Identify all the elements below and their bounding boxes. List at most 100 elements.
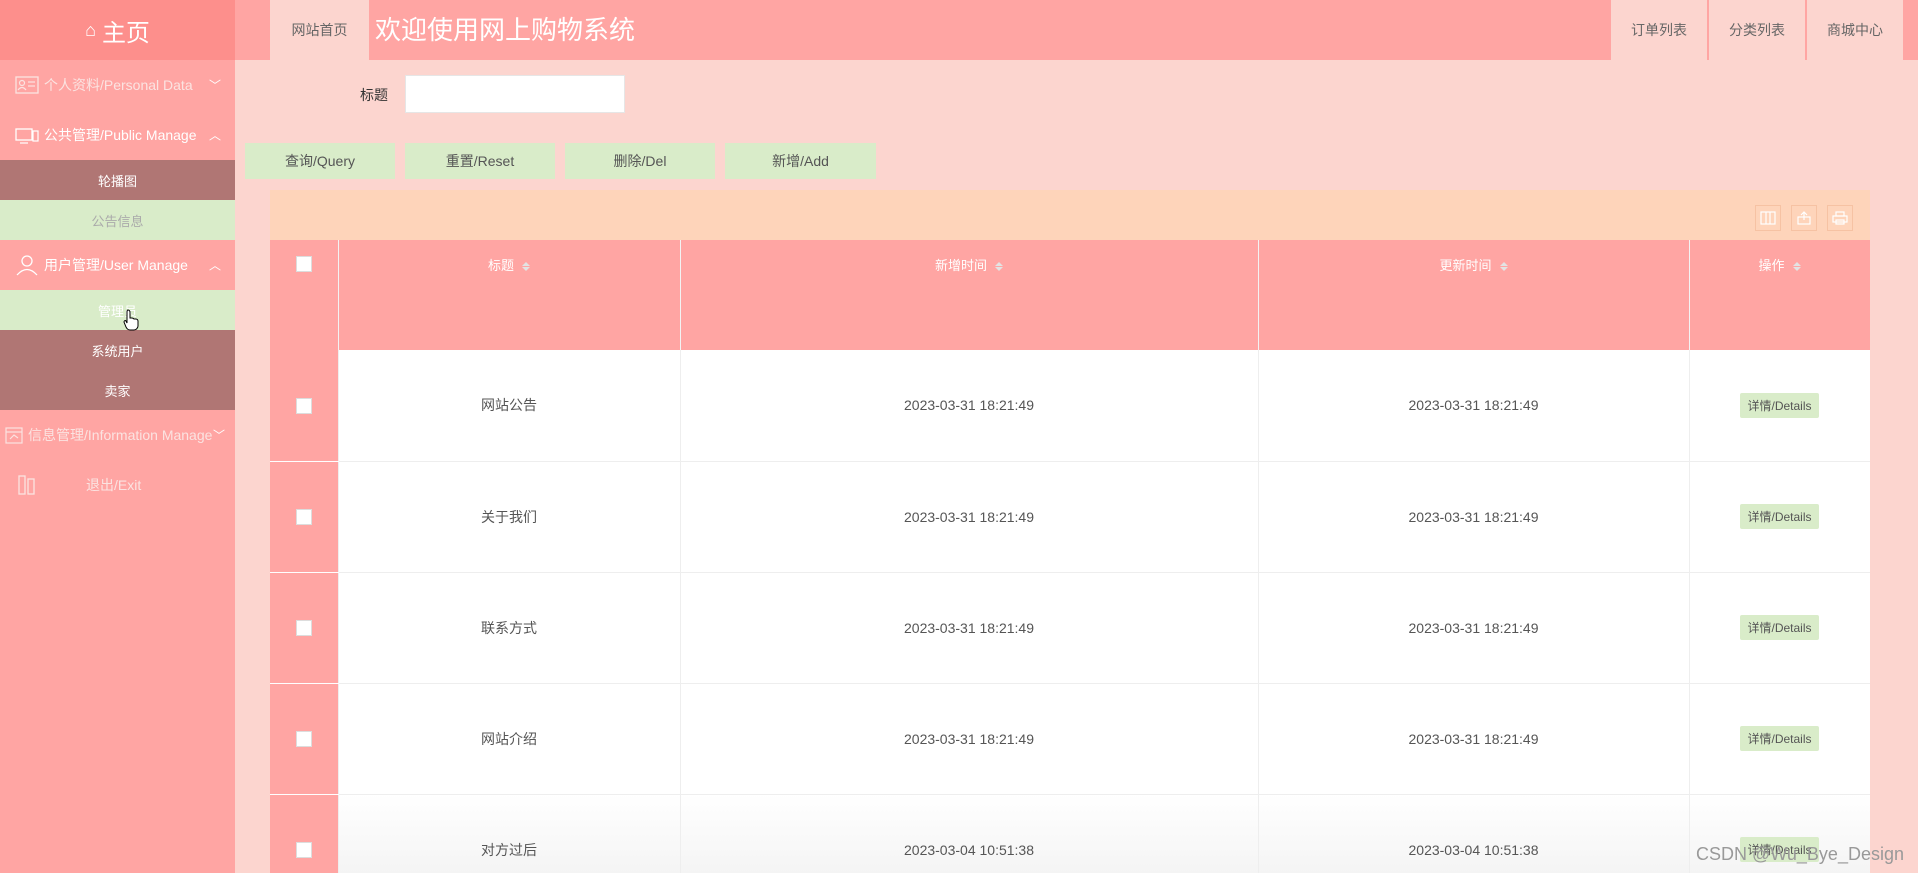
sidebar-item-label: 退出/Exit xyxy=(86,477,142,493)
table-row: 网站公告 2023-03-31 18:21:49 2023-03-31 18:2… xyxy=(270,350,1870,462)
chevron-down-icon: ﹀ xyxy=(212,428,225,443)
export-icon[interactable] xyxy=(1791,205,1817,231)
sidebar-item-label: 信息管理/Information Manage xyxy=(28,427,213,443)
home-icon: ⌂ xyxy=(85,19,96,40)
table-row: 对方过后 2023-03-04 10:51:38 2023-03-04 10:5… xyxy=(270,794,1870,873)
columns-icon[interactable] xyxy=(1755,205,1781,231)
table-toolbar xyxy=(270,190,1870,240)
sidebar-item-personal-data[interactable]: 个人资料/Personal Data ﹀ xyxy=(0,60,235,110)
sidebar-subitem-system-users[interactable]: 系统用户 xyxy=(0,330,235,370)
cell-created: 2023-03-31 18:21:49 xyxy=(680,572,1259,684)
select-all-cell xyxy=(270,240,339,350)
row-select-cell xyxy=(270,794,339,873)
id-card-icon xyxy=(14,74,40,96)
details-button[interactable]: 详情/Details xyxy=(1740,392,1819,418)
website-home-link[interactable]: 网站首页 xyxy=(270,0,369,60)
cell-title: 关于我们 xyxy=(338,461,681,573)
sidebar-subitem-sellers[interactable]: 卖家 xyxy=(0,370,235,410)
chevron-up-icon: ︿ xyxy=(208,128,221,143)
details-button[interactable]: 详情/Details xyxy=(1740,504,1819,529)
sidebar: ⌂ 主页 个人资料/Personal Data ﹀ 公共管理/Public Ma… xyxy=(0,0,235,873)
cell-updated: 2023-03-04 10:51:38 xyxy=(1258,794,1690,873)
delete-button[interactable]: 删除/Del xyxy=(565,143,715,179)
order-list-link[interactable]: 订单列表 xyxy=(1611,0,1707,60)
monitor-icon xyxy=(14,124,40,146)
column-header-actions[interactable]: 操作 xyxy=(1689,240,1870,350)
user-icon xyxy=(14,254,40,276)
row-checkbox[interactable] xyxy=(295,842,312,859)
cell-updated: 2023-03-31 18:21:49 xyxy=(1258,461,1690,573)
cell-actions: 详情/Details xyxy=(1689,683,1870,795)
sidebar-subitem-admin[interactable]: 管理员 xyxy=(0,290,235,330)
calendar-icon xyxy=(4,424,24,446)
cell-actions: 详情/Details xyxy=(1689,350,1870,462)
row-checkbox[interactable] xyxy=(295,509,312,526)
sort-icon[interactable] xyxy=(995,261,1003,272)
details-button[interactable]: 详情/Details xyxy=(1740,615,1819,640)
sidebar-item-information-manage[interactable]: 信息管理/Information Manage ﹀ xyxy=(0,410,235,460)
select-all-checkbox[interactable] xyxy=(295,255,312,272)
sort-icon[interactable] xyxy=(522,261,530,272)
exit-icon xyxy=(14,474,40,496)
top-nav: 订单列表 分类列表 商城中心 xyxy=(1609,0,1903,60)
cell-actions: 详情/Details xyxy=(1689,461,1870,573)
print-icon[interactable] xyxy=(1827,205,1853,231)
cell-title: 网站介绍 xyxy=(338,683,681,795)
row-checkbox[interactable] xyxy=(295,397,312,414)
sort-icon[interactable] xyxy=(1499,261,1508,272)
details-button[interactable]: 详情/Details xyxy=(1740,726,1819,751)
search-title-input[interactable] xyxy=(405,75,625,113)
row-select-cell xyxy=(270,461,339,573)
table-header-row: 标题 新增时间 更新时间 操作 xyxy=(270,240,1870,350)
column-header-label: 标题 xyxy=(487,258,514,273)
sidebar-item-label: 用户管理/User Manage xyxy=(44,257,188,273)
cell-updated: 2023-03-31 18:21:49 xyxy=(1258,683,1690,795)
sidebar-item-exit[interactable]: 退出/Exit xyxy=(0,460,235,510)
reset-button[interactable]: 重置/Reset xyxy=(405,143,555,179)
sidebar-item-public-manage[interactable]: 公共管理/Public Manage ︿ xyxy=(0,110,235,160)
cell-title: 网站公告 xyxy=(338,350,681,462)
cell-updated: 2023-03-31 18:21:49 xyxy=(1258,572,1690,684)
row-checkbox[interactable] xyxy=(295,620,312,637)
table-row: 网站介绍 2023-03-31 18:21:49 2023-03-31 18:2… xyxy=(270,683,1870,795)
cell-actions: 详情/Details xyxy=(1689,572,1870,684)
table-row: 关于我们 2023-03-31 18:21:49 2023-03-31 18:2… xyxy=(270,461,1870,573)
sidebar-item-label: 个人资料/Personal Data xyxy=(44,77,193,93)
chevron-down-icon: ﹀ xyxy=(208,78,221,93)
cell-created: 2023-03-31 18:21:49 xyxy=(680,683,1259,795)
column-header-title[interactable]: 标题 xyxy=(338,240,681,350)
sidebar-subitem-carousel[interactable]: 轮播图 xyxy=(0,160,235,200)
row-select-cell xyxy=(270,350,339,462)
search-title-label: 标题 xyxy=(360,87,388,103)
sidebar-home[interactable]: ⌂ 主页 xyxy=(0,0,235,60)
add-button[interactable]: 新增/Add xyxy=(725,143,876,179)
page-title: 欢迎使用网上购物系统 xyxy=(375,15,636,45)
watermark: CSDN @Wu_Bye_Design xyxy=(1695,844,1904,864)
chevron-up-icon: ︿ xyxy=(208,258,221,273)
mouse-cursor-icon xyxy=(123,309,139,331)
row-select-cell xyxy=(270,683,339,795)
data-table-container: 标题 新增时间 更新时间 操作 网站公告 2023-03-31 18:21:49… xyxy=(270,190,1870,873)
column-header-label: 更新时间 xyxy=(1439,258,1492,273)
column-header-updated[interactable]: 更新时间 xyxy=(1258,240,1690,350)
sidebar-home-label: 主页 xyxy=(101,19,150,47)
top-bar: 网站首页 欢迎使用网上购物系统 订单列表 分类列表 商城中心 xyxy=(235,0,1918,60)
cell-created: 2023-03-04 10:51:38 xyxy=(680,794,1259,873)
sidebar-subitem-notices[interactable]: 公告信息 xyxy=(0,200,235,240)
data-table: 标题 新增时间 更新时间 操作 网站公告 2023-03-31 18:21:49… xyxy=(270,240,1870,873)
cell-created: 2023-03-31 18:21:49 xyxy=(680,461,1259,573)
sidebar-item-user-manage[interactable]: 用户管理/User Manage ︿ xyxy=(0,240,235,290)
table-row: 联系方式 2023-03-31 18:21:49 2023-03-31 18:2… xyxy=(270,572,1870,684)
row-select-cell xyxy=(270,572,339,684)
category-list-link[interactable]: 分类列表 xyxy=(1709,0,1805,60)
mall-center-link[interactable]: 商城中心 xyxy=(1807,0,1903,60)
column-header-label: 新增时间 xyxy=(934,258,987,273)
sort-icon[interactable] xyxy=(1792,261,1801,272)
cell-updated: 2023-03-31 18:21:49 xyxy=(1258,350,1690,462)
row-checkbox[interactable] xyxy=(295,731,312,748)
column-header-created[interactable]: 新增时间 xyxy=(680,240,1259,350)
cell-created: 2023-03-31 18:21:49 xyxy=(680,350,1259,462)
query-button[interactable]: 查询/Query xyxy=(245,143,395,179)
column-header-label: 操作 xyxy=(1758,258,1785,273)
cell-title: 联系方式 xyxy=(338,572,681,684)
